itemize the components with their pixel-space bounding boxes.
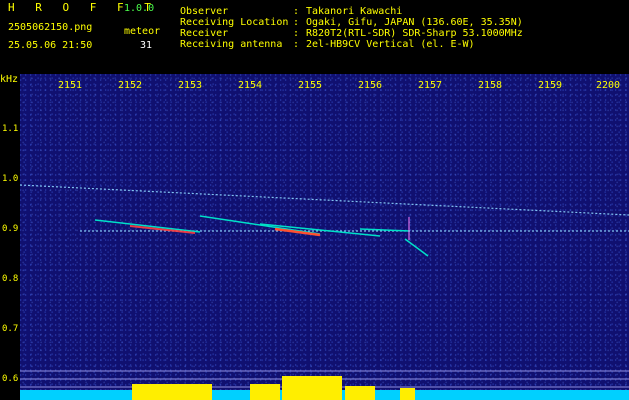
y-tick-label: 0.8 [2, 274, 19, 284]
x-tick-label: 2155 [298, 80, 323, 91]
info-sep-antenna: : [293, 39, 300, 50]
signal-level-bar [400, 388, 415, 400]
x-tick-label: 2151 [58, 80, 83, 91]
header-panel: H R O F F T 1.0.0 2505062150.png 25.05.0… [0, 0, 629, 74]
spectrogram-plot [20, 74, 629, 400]
signal-level-bar [250, 384, 280, 400]
signal-level-peak [282, 376, 342, 400]
y-tick-label: 0.7 [2, 324, 19, 334]
info-value-antenna: 2el-HB9CV Vertical (el. E-W) [306, 39, 475, 50]
y-tick-label: 0.9 [2, 224, 19, 234]
spectrogram-svg [20, 184, 629, 400]
x-tick-label: 2159 [538, 80, 563, 91]
reference-carrier-line [20, 184, 629, 216]
y-tick-label: 0.6 [2, 374, 19, 384]
x-tick-label: 2154 [238, 80, 263, 91]
signal-level-bar [132, 384, 212, 400]
y-tick-label: 1.0 [2, 174, 19, 184]
meteor-echo-trace [359, 228, 411, 232]
x-tick-label: 2152 [118, 80, 143, 91]
x-tick-label: 2153 [178, 80, 203, 91]
y-tick-label: 1.1 [2, 124, 19, 134]
file-name: 2505062150.png [8, 22, 93, 33]
event-count: 31 [140, 40, 153, 51]
app-version: 1.0.0 [124, 3, 155, 14]
x-tick-label: 2158 [478, 80, 503, 91]
x-tick-label: 2157 [418, 80, 443, 91]
meteor-echo-tail [404, 238, 429, 257]
meteor-echo-trace [94, 219, 201, 233]
timestamp: 25.05.06 21:50 [8, 40, 93, 51]
x-tick-label: 2156 [358, 80, 383, 91]
x-tick-label: 2200 [596, 80, 621, 91]
y-axis-unit: kHz [0, 74, 19, 85]
mode-label: meteor [124, 26, 161, 37]
signal-level-bar [345, 386, 375, 400]
info-label-antenna: Receiving antenna [180, 39, 283, 50]
